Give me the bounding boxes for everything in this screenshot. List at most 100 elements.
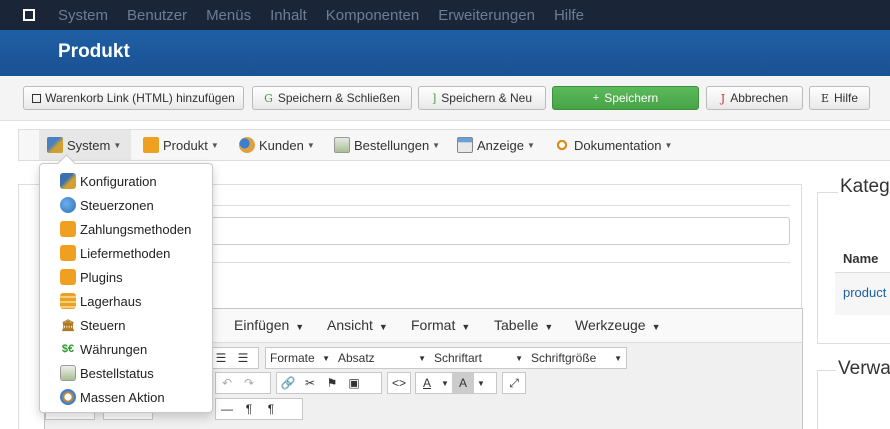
save-close-label: Speichern & Schließen [277, 91, 400, 105]
menu-bestellungen[interactable]: Bestellungen ▼ [334, 130, 440, 160]
rtl-icon[interactable]: ¶ [260, 399, 282, 419]
caret-icon[interactable]: ▼ [474, 373, 488, 393]
dropdown-item-zahlungsmethoden[interactable]: Zahlungsmethoden [40, 217, 212, 241]
redo-icon[interactable]: ↷ [238, 373, 260, 393]
editor-menu-tabelle[interactable]: Tabelle ▼ [494, 317, 553, 333]
dropdown-item-steuern[interactable]: 🏛 Steuern [40, 313, 212, 337]
dropdown-item-label: Konfiguration [80, 173, 157, 189]
caret-icon: ▼ [515, 353, 523, 363]
link-icon[interactable]: 🔗 [277, 373, 299, 393]
editor-menu-label: Ansicht [327, 317, 373, 333]
save-close-icon: G [264, 91, 273, 105]
bookmark-icon[interactable]: ⚑ [321, 373, 343, 393]
text-color-icon[interactable]: A [416, 373, 438, 393]
globe-icon [60, 197, 76, 213]
dropdown-item-massen-aktion[interactable]: Massen Aktion [40, 385, 212, 409]
editor-menu-werkzeuge[interactable]: Werkzeuge ▼ [575, 317, 660, 333]
top-navigation: System Benutzer Menüs Inhalt Komponenten… [0, 0, 890, 30]
joomla-logo[interactable] [0, 0, 58, 30]
add-cart-link-button[interactable]: Warenkorb Link (HTML) hinzufügen [23, 86, 244, 110]
editor-menu-ansicht[interactable]: Ansicht ▼ [327, 317, 388, 333]
menu-kunden[interactable]: Kunden ▼ [239, 130, 315, 160]
unlink-icon[interactable]: ✂ [299, 373, 321, 393]
editor-menu-label: Format [411, 317, 456, 333]
formats-select[interactable]: Formate ▼ [266, 348, 334, 368]
ltr-icon[interactable]: ¶ [238, 399, 260, 419]
dropdown-item-bestellstatus[interactable]: Bestellstatus [40, 361, 212, 385]
save-close-button[interactable]: G Speichern & Schließen [252, 86, 412, 110]
dropdown-item-konfiguration[interactable]: Konfiguration [40, 169, 212, 193]
dropdown-item-steuerzonen[interactable]: Steuerzonen [40, 193, 212, 217]
product-name-input[interactable] [210, 217, 790, 245]
cancel-button[interactable]: J Abbrechen [706, 86, 803, 110]
currency-icon: $€ [61, 343, 75, 355]
divider [213, 262, 790, 263]
background-color-icon[interactable]: A [452, 373, 474, 393]
menu-dokumentation-label: Dokumentation [574, 137, 662, 153]
manage-panel-title: Verwa [836, 358, 890, 380]
refresh-icon [60, 389, 76, 405]
caret-icon: ▼ [526, 140, 535, 150]
topnav-item-menus[interactable]: Menüs [206, 7, 251, 24]
editor-menu-format[interactable]: Format ▼ [411, 317, 470, 333]
editor-menu-label: Tabelle [494, 317, 539, 333]
display-icon [457, 137, 473, 153]
cancel-label: Abbrechen [730, 91, 789, 105]
undo-icon[interactable]: ↶ [216, 373, 238, 393]
horizontal-rule-icon[interactable]: — [216, 399, 238, 419]
bank-icon: 🏛 [61, 319, 75, 332]
save-new-button[interactable]: ] Speichern & Neu [418, 86, 546, 110]
help-lifebuoy-icon [554, 137, 570, 153]
dropdown-item-waehrungen[interactable]: $€ Währungen [40, 337, 212, 361]
font-size-select[interactable]: Schriftgröße ▼ [527, 348, 626, 368]
menu-produkt[interactable]: Produkt ▼ [143, 130, 219, 160]
source-code-icon[interactable]: <> [388, 373, 410, 393]
page-title: Produkt [58, 41, 130, 62]
help-icon: E [820, 91, 829, 105]
align-right-icon[interactable]: ☰ [210, 348, 232, 368]
code-group: <> [387, 372, 411, 394]
save-new-icon: ] [431, 91, 437, 105]
menu-produkt-label: Produkt [163, 137, 208, 153]
topnav-item-hilfe[interactable]: Hilfe [554, 7, 584, 24]
topnav-item-komponenten[interactable]: Komponenten [326, 7, 419, 24]
box-icon [143, 137, 159, 153]
users-icon [239, 137, 255, 153]
square-icon [32, 93, 42, 103]
menu-bestellungen-label: Bestellungen [354, 137, 430, 153]
help-button[interactable]: E Hilfe [809, 86, 870, 110]
menu-dokumentation[interactable]: Dokumentation ▼ [554, 130, 672, 160]
editor-menu-label: Einfügen [234, 317, 290, 333]
topnav-item-system[interactable]: System [58, 7, 108, 24]
caret-icon: ▼ [432, 140, 441, 150]
fullscreen-icon[interactable]: ⤢ [503, 373, 525, 393]
align-justify-icon[interactable]: ☰ [232, 348, 254, 368]
add-cart-link-label: Warenkorb Link (HTML) hinzufügen [45, 91, 235, 105]
tools-icon [60, 173, 76, 189]
dropdown-item-plugins[interactable]: Plugins [40, 265, 212, 289]
tools-icon [47, 137, 63, 153]
topnav-item-inhalt[interactable]: Inhalt [270, 7, 307, 24]
save-button[interactable]: + Speichern [552, 86, 699, 110]
caret-icon: ▼ [651, 322, 661, 332]
component-menu-bar: System ▼ Produkt ▼ Kunden ▼ Bestellungen ▼ A… [18, 129, 890, 161]
help-label: Hilfe [834, 91, 859, 105]
topnav-item-erweiterungen[interactable]: Erweiterungen [438, 7, 535, 24]
block-select[interactable]: Absatz ▼ [334, 348, 430, 368]
caret-icon: ▼ [664, 140, 673, 150]
image-icon[interactable]: ▣ [343, 373, 365, 393]
dropdown-item-lagerhaus[interactable]: Lagerhaus [40, 289, 212, 313]
format-selects: Formate ▼ Absatz ▼ Schriftart ▼ Schriftgröß… [265, 347, 627, 369]
menu-system[interactable]: System ▼ [39, 130, 131, 160]
divider [213, 205, 790, 206]
dropdown-item-liefermethoden[interactable]: Liefermethoden [40, 241, 212, 265]
dropdown-item-label: Bestellstatus [80, 365, 154, 381]
caret-icon: ▼ [461, 322, 471, 332]
menu-anzeige[interactable]: Anzeige ▼ [457, 130, 535, 160]
font-family-select[interactable]: Schriftart ▼ [430, 348, 527, 368]
dropdown-item-label: Lagerhaus [80, 293, 142, 309]
category-table-cell[interactable]: product [835, 273, 890, 315]
editor-menu-einfuegen[interactable]: Einfügen ▼ [234, 317, 304, 333]
topnav-item-benutzer[interactable]: Benutzer [127, 7, 187, 24]
caret-icon[interactable]: ▼ [438, 373, 452, 393]
